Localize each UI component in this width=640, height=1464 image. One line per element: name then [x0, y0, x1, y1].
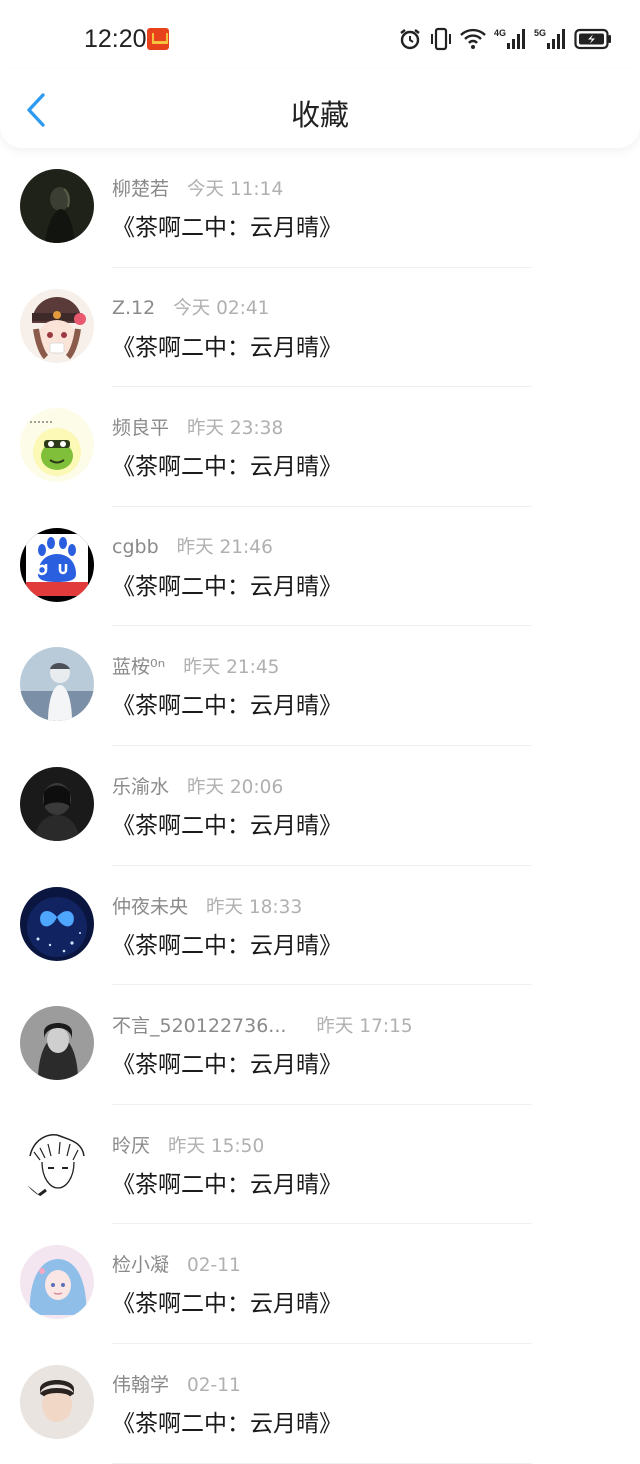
list-item[interactable]: 昤厌 昨天 15:50 《茶啊二中：云月晴》 — [0, 1105, 640, 1225]
user-name[interactable]: cgbb — [112, 536, 159, 558]
item-meta: 蓝桉⁰ⁿ 昨天 21:45 — [112, 652, 279, 680]
list-item[interactable]: 伟翰学 02-11 《茶啊二中：云月晴》 — [0, 1344, 640, 1464]
signal-4g-icon: 4G — [494, 28, 526, 50]
item-meta: 伟翰学 02-11 — [112, 1370, 241, 1398]
list-item[interactable]: cgbb 昨天 21:46 《茶啊二中：云月晴》 — [0, 507, 640, 627]
status-icons: 4G 5G — [398, 24, 612, 54]
timestamp: 02-11 — [187, 1374, 241, 1396]
wifi-icon — [460, 28, 486, 49]
item-title[interactable]: 《茶啊二中：云月晴》 — [112, 1404, 342, 1438]
favorites-list: 柳楚若 今天 11:14 《茶啊二中：云月晴》 Z.12 今天 02:41 《茶… — [0, 148, 640, 1464]
item-title[interactable]: 《茶啊二中：云月晴》 — [112, 208, 342, 242]
page-title: 收藏 — [290, 98, 349, 132]
avatar[interactable] — [20, 169, 94, 243]
avatar[interactable] — [20, 766, 94, 841]
item-meta: 乐渝水 昨天 20:06 — [112, 772, 283, 800]
user-name[interactable]: 不言_520122736... — [112, 1011, 286, 1038]
avatar[interactable] — [20, 647, 94, 722]
list-item[interactable]: 柳楚若 今天 11:14 《茶啊二中：云月晴》 — [0, 148, 640, 268]
item-meta: 仲夜未央 昨天 18:33 — [112, 892, 302, 920]
item-title[interactable]: 《茶啊二中：云月晴》 — [112, 328, 342, 362]
alarm-icon — [400, 29, 420, 50]
item-title[interactable]: 《茶啊二中：云月晴》 — [112, 686, 342, 720]
timestamp: 昨天 23:38 — [187, 418, 284, 440]
avatar[interactable] — [20, 288, 94, 363]
item-title[interactable]: 《茶啊二中：云月晴》 — [112, 567, 342, 601]
avatar[interactable] — [20, 1125, 94, 1200]
timestamp: 昨天 18:33 — [206, 896, 303, 918]
item-meta: 不言_520122736... 昨天 17:15 — [112, 1011, 413, 1039]
user-name[interactable]: 乐渝水 — [112, 772, 169, 799]
timestamp: 昨天 17:15 — [316, 1016, 413, 1038]
list-item[interactable]: Z.12 今天 02:41 《茶啊二中：云月晴》 — [0, 268, 640, 388]
item-title[interactable]: 《茶啊二中：云月晴》 — [112, 447, 342, 481]
item-title[interactable]: 《茶啊二中：云月晴》 — [112, 926, 342, 960]
list-item[interactable]: 不言_520122736... 昨天 17:15 《茶啊二中：云月晴》 — [0, 985, 640, 1105]
item-meta: 频良平 昨天 23:38 — [112, 413, 283, 441]
user-name[interactable]: 伟翰学 — [112, 1370, 169, 1397]
list-item[interactable]: 频良平 昨天 23:38 《茶啊二中：云月晴》 — [0, 387, 640, 507]
user-name[interactable]: 频良平 — [112, 413, 169, 440]
avatar[interactable] — [20, 886, 94, 961]
user-name[interactable]: Z.12 — [112, 297, 155, 319]
avatar[interactable] — [20, 1006, 94, 1081]
status-bar: 12:20 4G 5G — [0, 0, 640, 78]
list-item[interactable]: 乐渝水 昨天 20:06 《茶啊二中：云月晴》 — [0, 746, 640, 866]
list-item[interactable]: 蓝桉⁰ⁿ 昨天 21:45 《茶啊二中：云月晴》 — [0, 626, 640, 746]
item-title[interactable]: 《茶啊二中：云月晴》 — [112, 1284, 342, 1318]
item-title[interactable]: 《茶啊二中：云月晴》 — [112, 806, 342, 840]
vibrate-icon — [430, 27, 451, 51]
user-name[interactable]: 检小凝 — [112, 1250, 169, 1277]
timestamp: 昨天 20:06 — [187, 776, 284, 798]
timestamp: 昨天 21:46 — [176, 536, 273, 558]
user-name[interactable]: 柳楚若 — [112, 174, 169, 201]
battery-icon — [574, 28, 611, 50]
network-5g-label: 5G — [533, 28, 546, 38]
item-meta: Z.12 今天 02:41 — [112, 294, 269, 322]
timestamp: 昨天 21:45 — [183, 657, 280, 679]
item-title[interactable]: 《茶啊二中：云月晴》 — [112, 1165, 342, 1199]
avatar[interactable] — [20, 527, 94, 602]
item-meta: 昤厌 昨天 15:50 — [112, 1131, 264, 1159]
list-item[interactable]: 仲夜未央 昨天 18:33 《茶啊二中：云月晴》 — [0, 866, 640, 986]
avatar[interactable] — [20, 408, 94, 483]
avatar[interactable] — [20, 1364, 94, 1439]
user-name[interactable]: 蓝桉⁰ⁿ — [112, 652, 165, 679]
user-name[interactable]: 昤厌 — [112, 1131, 150, 1158]
user-name[interactable]: 仲夜未央 — [112, 892, 188, 919]
avatar[interactable] — [20, 1245, 94, 1320]
timestamp: 昨天 15:50 — [168, 1135, 265, 1157]
header: 收藏 — [0, 70, 640, 148]
timestamp: 今天 02:41 — [173, 297, 270, 319]
timestamp: 02-11 — [187, 1255, 241, 1277]
app-notification-icon — [147, 28, 169, 50]
divider — [112, 1462, 532, 1464]
item-meta: cgbb 昨天 21:46 — [112, 533, 273, 561]
item-meta: 柳楚若 今天 11:14 — [112, 174, 283, 202]
network-4g-label: 4G — [493, 28, 506, 38]
item-title[interactable]: 《茶啊二中：云月晴》 — [112, 1045, 342, 1079]
item-meta: 检小凝 02-11 — [112, 1250, 241, 1278]
signal-5g-icon: 5G — [534, 28, 566, 50]
status-time: 12:20 — [84, 25, 147, 53]
list-item[interactable]: 检小凝 02-11 《茶啊二中：云月晴》 — [0, 1224, 640, 1344]
timestamp: 今天 11:14 — [187, 179, 284, 200]
